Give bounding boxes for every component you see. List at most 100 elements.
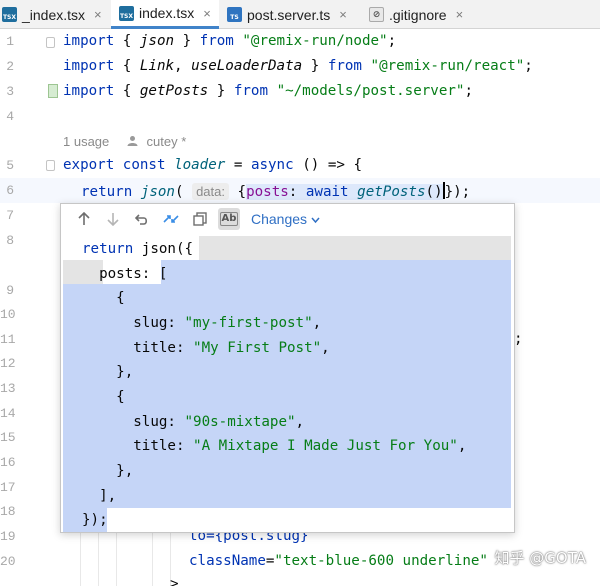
code-text: () => { <box>293 157 362 173</box>
indent-guide <box>152 530 153 586</box>
diff-line: slug: "my-first-post", <box>82 315 321 331</box>
string-literal: "90s-mixtape" <box>184 414 296 430</box>
code-text: ; <box>464 83 474 99</box>
close-icon[interactable]: × <box>456 7 464 22</box>
diff-line: slug: "90s-mixtape", <box>82 414 304 430</box>
close-icon[interactable]: × <box>339 7 347 22</box>
code-text: title: <box>82 438 194 454</box>
code-text: slug: <box>82 414 185 430</box>
diff-line: }, <box>82 463 134 479</box>
string-literal: "My First Post" <box>193 340 322 356</box>
function-name: loader <box>174 157 226 173</box>
code-line-5[interactable]: export const loader = async () => { <box>63 157 362 173</box>
tab-gitignore[interactable]: ⊘ .gitignore × <box>357 0 473 29</box>
diff-popup-toolbar: Ab Changes <box>61 204 514 234</box>
compare-icon[interactable] <box>160 208 182 230</box>
tab-label: post.server.ts <box>247 6 331 23</box>
code-text: , <box>321 340 330 356</box>
tab-index-route[interactable]: TSX _index.tsx × <box>0 0 111 29</box>
line-number: 5 <box>6 158 14 173</box>
code-text: } <box>174 33 200 49</box>
string-literal: "@remix-run/node" <box>242 33 388 49</box>
user-icon <box>127 134 138 149</box>
line-number: 7 <box>6 208 14 223</box>
tab-label: .gitignore <box>389 6 447 23</box>
code-text: { <box>114 58 140 74</box>
line-number: 1 <box>6 34 14 49</box>
line-number: 14 <box>0 406 16 421</box>
code-line-20[interactable]: className="text-blue-600 underline" <box>189 553 488 569</box>
code-line-2[interactable]: import { Link, useLoaderData } from "@re… <box>63 58 533 74</box>
fold-marker-icon[interactable] <box>46 160 55 171</box>
jsx-attribute: className <box>189 553 266 569</box>
arrow-down-icon[interactable] <box>102 208 124 230</box>
tab-label: _index.tsx <box>22 6 86 23</box>
fold-marker-icon[interactable] <box>46 37 55 48</box>
line-number: 18 <box>0 504 16 519</box>
code-text: }); <box>444 184 471 200</box>
line-number: 11 <box>0 332 16 347</box>
line-number: 15 <box>0 430 16 445</box>
code-text: { <box>237 184 247 200</box>
code-text: } <box>208 83 234 99</box>
line-number: 20 <box>0 554 16 569</box>
code-line-6[interactable]: return json( data: {posts: await getPost… <box>81 182 470 200</box>
editor-tab-bar: TSX _index.tsx × TSX index.tsx × TS post… <box>0 0 600 29</box>
identifier: getPosts <box>139 83 209 99</box>
arrow-up-icon[interactable] <box>73 208 95 230</box>
code-fragment: > <box>170 576 179 586</box>
code-text: : <box>288 184 306 200</box>
tab-post-server[interactable]: TS post.server.ts × <box>219 0 357 29</box>
function-name: getPosts <box>357 184 426 200</box>
code-line-1[interactable]: import { json } from "@remix-run/node"; <box>63 33 396 49</box>
code-text: } <box>302 58 328 74</box>
undo-icon[interactable] <box>131 208 153 230</box>
line-number: 3 <box>6 84 14 99</box>
code-text: = <box>225 157 251 173</box>
code-line-3[interactable]: import { getPosts } from "~/models/post.… <box>63 83 473 99</box>
close-icon[interactable]: × <box>203 6 211 21</box>
tab-label: index.tsx <box>139 5 195 21</box>
line-number: 8 <box>6 233 14 248</box>
usage-count[interactable]: 1 usage <box>63 134 109 149</box>
code-text: , <box>295 414 305 430</box>
diff-line: }); <box>82 512 108 528</box>
string-literal: "text-blue-600 underli <box>274 553 463 569</box>
string-literal: "~/models/post.server" <box>276 83 465 99</box>
code-text: ; <box>387 33 397 49</box>
keyword: await <box>305 184 349 200</box>
keyword: async <box>250 157 294 173</box>
diff-content: return json({ posts: [ { slug: "my-first… <box>63 234 513 532</box>
string-literal: ne" <box>462 553 488 569</box>
identifier: Link <box>139 58 175 74</box>
chevron-down-icon <box>307 211 320 227</box>
line-number: 10 <box>0 307 16 322</box>
usage-hint[interactable]: 1 usage cutey * <box>63 134 186 149</box>
code-text: { <box>114 83 140 99</box>
diff-gutter-shade <box>199 236 511 260</box>
diff-line: ], <box>82 488 117 504</box>
code-text: , <box>312 315 322 331</box>
ts-file-icon: TS <box>227 7 242 22</box>
line-number: 4 <box>6 109 14 124</box>
code-text: ( <box>174 184 184 200</box>
string-literal: "my-first-post" <box>184 315 313 331</box>
indent-guide <box>98 530 99 586</box>
copy-icon[interactable] <box>189 208 211 230</box>
changes-dropdown[interactable]: Changes <box>251 211 320 227</box>
code-text: , <box>174 58 192 74</box>
parameter-hint: data: <box>192 183 229 200</box>
whitespace-icon[interactable]: Ab <box>218 208 240 230</box>
keyword: export <box>63 157 115 173</box>
keyword: return <box>81 184 133 200</box>
diff-line: posts: [ <box>82 266 168 282</box>
vcs-change-marker-icon[interactable] <box>48 84 58 98</box>
line-number: 17 <box>0 480 16 495</box>
watermark: 知乎 @GOTA <box>494 549 586 567</box>
close-icon[interactable]: × <box>94 7 102 22</box>
vcs-diff-popup[interactable]: Ab Changes return json({ posts: [ { slug… <box>60 203 515 533</box>
line-number: 12 <box>0 356 16 371</box>
tab-index[interactable]: TSX index.tsx × <box>111 0 219 29</box>
